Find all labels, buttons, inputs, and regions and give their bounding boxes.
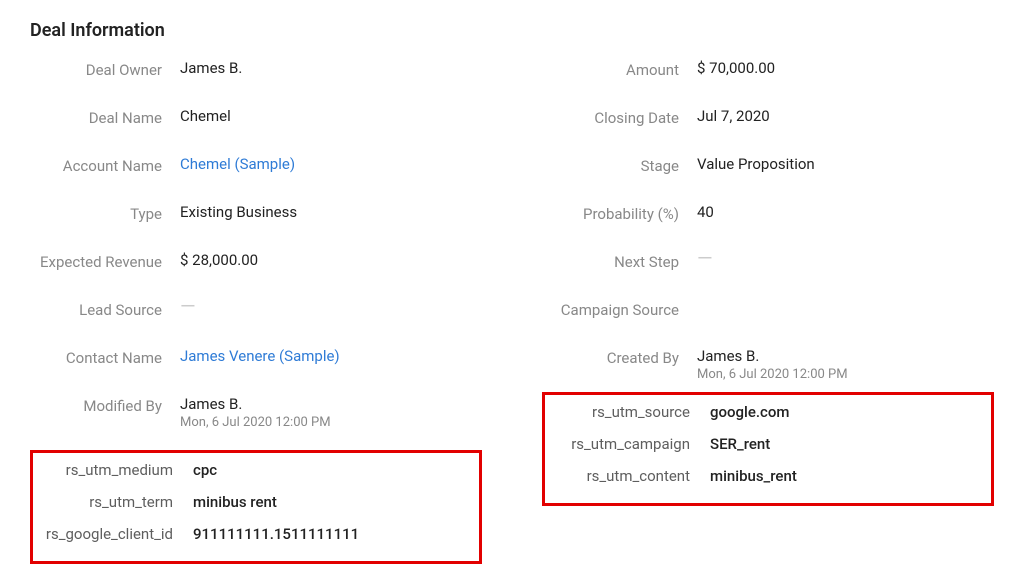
value-deal-owner: James B. bbox=[180, 59, 242, 77]
value-google-client-id: 911111111.1511111111 bbox=[193, 525, 359, 543]
label-contact-name: Contact Name bbox=[30, 347, 180, 367]
label-created-by: Created By bbox=[542, 347, 697, 367]
value-created-by-sub: Mon, 6 Jul 2020 12:00 PM bbox=[697, 367, 848, 382]
label-deal-name: Deal Name bbox=[30, 107, 180, 127]
field-google-client-id: rs_google_client_id 911111111.1511111111 bbox=[43, 525, 469, 543]
value-modified-by: James B. bbox=[180, 395, 331, 413]
value-contact-name[interactable]: James Venere (Sample) bbox=[180, 347, 340, 365]
field-contact-name: Contact Name James Venere (Sample) bbox=[30, 347, 482, 375]
field-created-by: Created By James B. Mon, 6 Jul 2020 12:0… bbox=[542, 347, 994, 382]
value-utm-source: google.com bbox=[710, 403, 789, 421]
value-next-step: — bbox=[697, 251, 713, 266]
label-closing-date: Closing Date bbox=[542, 107, 697, 127]
label-utm-content: rs_utm_content bbox=[555, 467, 710, 485]
label-utm-term: rs_utm_term bbox=[43, 493, 193, 511]
label-utm-medium: rs_utm_medium bbox=[43, 461, 193, 479]
value-type: Existing Business bbox=[180, 203, 297, 221]
field-utm-campaign: rs_utm_campaign SER_rent bbox=[555, 435, 981, 453]
field-account-name: Account Name Chemel (Sample) bbox=[30, 155, 482, 183]
field-utm-medium: rs_utm_medium cpc bbox=[43, 461, 469, 479]
utm-highlight-right: rs_utm_source google.com rs_utm_campaign… bbox=[542, 392, 994, 506]
value-utm-campaign: SER_rent bbox=[710, 435, 770, 453]
value-utm-term: minibus rent bbox=[193, 493, 277, 511]
field-modified-by: Modified By James B. Mon, 6 Jul 2020 12:… bbox=[30, 395, 482, 430]
section-title: Deal Information bbox=[30, 20, 994, 41]
label-account-name: Account Name bbox=[30, 155, 180, 175]
label-stage: Stage bbox=[542, 155, 697, 175]
label-lead-source: Lead Source bbox=[30, 299, 180, 319]
label-deal-owner: Deal Owner bbox=[30, 59, 180, 79]
value-lead-source: — bbox=[180, 299, 196, 314]
field-campaign-source: Campaign Source bbox=[542, 299, 994, 327]
right-column: Amount $ 70,000.00 Closing Date Jul 7, 2… bbox=[542, 59, 994, 564]
label-modified-by: Modified By bbox=[30, 395, 180, 415]
value-amount: $ 70,000.00 bbox=[697, 59, 775, 77]
utm-highlight-left: rs_utm_medium cpc rs_utm_term minibus re… bbox=[30, 450, 482, 564]
label-probability: Probability (%) bbox=[542, 203, 697, 223]
field-probability: Probability (%) 40 bbox=[542, 203, 994, 231]
field-utm-content: rs_utm_content minibus_rent bbox=[555, 467, 981, 485]
field-next-step: Next Step — bbox=[542, 251, 994, 279]
value-stage: Value Proposition bbox=[697, 155, 815, 173]
value-utm-medium: cpc bbox=[193, 461, 217, 479]
field-expected-revenue: Expected Revenue $ 28,000.00 bbox=[30, 251, 482, 279]
label-type: Type bbox=[30, 203, 180, 223]
field-amount: Amount $ 70,000.00 bbox=[542, 59, 994, 87]
field-lead-source: Lead Source — bbox=[30, 299, 482, 327]
value-created-by: James B. bbox=[697, 347, 848, 365]
label-expected-revenue: Expected Revenue bbox=[30, 251, 180, 271]
field-stage: Stage Value Proposition bbox=[542, 155, 994, 183]
value-account-name[interactable]: Chemel (Sample) bbox=[180, 155, 295, 173]
label-utm-source: rs_utm_source bbox=[555, 403, 710, 421]
label-google-client-id: rs_google_client_id bbox=[43, 525, 193, 543]
value-expected-revenue: $ 28,000.00 bbox=[180, 251, 258, 269]
field-closing-date: Closing Date Jul 7, 2020 bbox=[542, 107, 994, 135]
label-utm-campaign: rs_utm_campaign bbox=[555, 435, 710, 453]
label-next-step: Next Step bbox=[542, 251, 697, 271]
value-closing-date: Jul 7, 2020 bbox=[697, 107, 770, 125]
value-utm-content: minibus_rent bbox=[710, 467, 797, 485]
label-campaign-source: Campaign Source bbox=[542, 299, 697, 319]
value-probability: 40 bbox=[697, 203, 714, 221]
value-modified-by-sub: Mon, 6 Jul 2020 12:00 PM bbox=[180, 415, 331, 430]
field-deal-name: Deal Name Chemel bbox=[30, 107, 482, 135]
left-column: Deal Owner James B. Deal Name Chemel Acc… bbox=[30, 59, 482, 564]
field-deal-owner: Deal Owner James B. bbox=[30, 59, 482, 87]
deal-info-columns: Deal Owner James B. Deal Name Chemel Acc… bbox=[30, 59, 994, 564]
field-utm-source: rs_utm_source google.com bbox=[555, 403, 981, 421]
field-utm-term: rs_utm_term minibus rent bbox=[43, 493, 469, 511]
field-type: Type Existing Business bbox=[30, 203, 482, 231]
label-amount: Amount bbox=[542, 59, 697, 79]
value-deal-name: Chemel bbox=[180, 107, 231, 125]
